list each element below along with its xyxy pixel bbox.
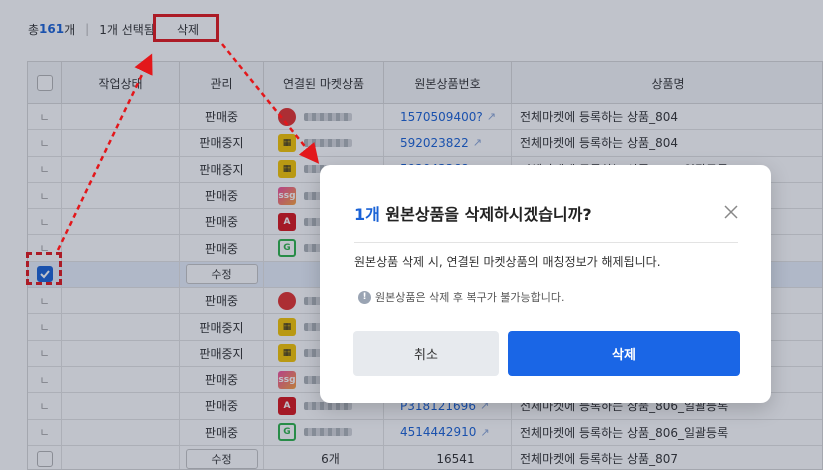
modal-title: 1개 원본상품을 삭제하시겠습니까? [354, 201, 592, 225]
close-icon[interactable] [722, 203, 740, 221]
confirm-delete-button[interactable]: 삭제 [508, 331, 740, 376]
modal-description: 원본상품 삭제 시, 연결된 마켓상품의 매칭정보가 해제됩니다. [354, 255, 661, 269]
modal-title-count: 1개 [354, 205, 380, 224]
modal-note-text: 원본상품은 삭제 후 복구가 불가능합니다. [375, 291, 565, 304]
info-icon: ! [358, 290, 371, 304]
modal-title-text: 원본상품을 삭제하시겠습니까? [379, 205, 592, 224]
delete-confirm-modal: 1개 원본상품을 삭제하시겠습니까? 원본상품 삭제 시, 연결된 마켓상품의 … [320, 165, 771, 403]
modal-note: ! 원본상품은 삭제 후 복구가 불가능합니다. [358, 289, 565, 305]
cancel-button[interactable]: 취소 [353, 331, 499, 376]
modal-divider [354, 242, 738, 243]
